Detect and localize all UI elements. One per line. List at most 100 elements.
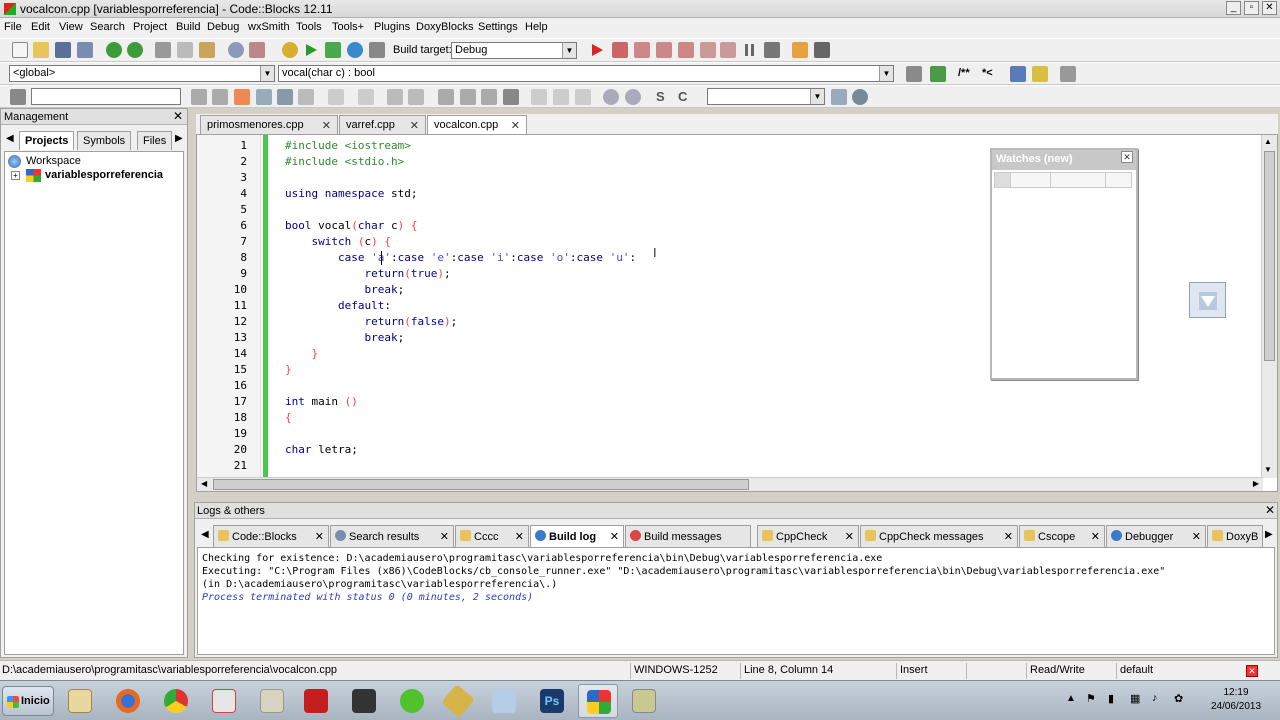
image-icon[interactable] [387,89,403,105]
new-file-icon[interactable] [12,42,28,58]
next-instruction-icon[interactable] [700,42,716,58]
tab-varref[interactable]: varref.cpp ✕ [339,115,426,134]
scroll-right-icon[interactable]: ▶ [1253,479,1259,488]
taskbar-acrobat[interactable] [296,684,336,718]
close-icon[interactable]: ✕ [610,530,619,543]
highlight-icon[interactable] [234,89,250,105]
cut-icon[interactable] [155,42,171,58]
align-bottom-icon[interactable] [481,89,497,105]
system-clock[interactable]: 12:19 24/06/2013 [1196,686,1276,714]
menu-view[interactable]: View [59,21,83,33]
close-icon[interactable]: ✕ [1004,530,1013,543]
network-icon[interactable]: ▦ [1130,692,1140,705]
volume-icon[interactable]: ♪ [1152,692,1158,704]
debug-run-icon[interactable] [589,42,605,58]
taskbar-snipping-tool[interactable] [204,684,244,718]
search-icon[interactable] [852,89,868,105]
close-icon[interactable]: ✕ [1121,151,1133,163]
menu-project[interactable]: Project [133,21,167,33]
taskbar-explorer[interactable] [60,684,100,718]
close-icon[interactable]: ✕ [315,530,324,543]
debug-info-icon[interactable] [814,42,830,58]
save-all-icon[interactable] [77,42,93,58]
sizer-icon[interactable] [553,89,569,105]
close-icon[interactable]: ✕ [1265,503,1275,517]
taskbar-usb-tool[interactable] [344,684,384,718]
align-top-icon[interactable] [438,89,454,105]
doxy-line-comment-icon[interactable]: *< [982,67,993,79]
select-text-icon[interactable] [256,89,272,105]
tab-cppcheck-messages[interactable]: CppCheck messages ✕ [860,525,1018,547]
step-out-icon[interactable] [678,42,694,58]
stop-debugger-icon[interactable] [764,42,780,58]
build-and-run-icon[interactable] [325,42,341,58]
taskbar-codeblocks[interactable] [578,684,618,718]
tab-files[interactable]: Files [137,131,173,150]
build-target-select[interactable]: Debug ▼ [451,42,577,59]
tab-primosmenores[interactable]: primosmenores.cpp ✕ [200,115,338,134]
show-hidden-icons[interactable]: ▲ [1066,693,1076,704]
debug-windows-icon[interactable] [792,42,808,58]
spacer-icon[interactable] [531,89,547,105]
menu-debug[interactable]: Debug [207,21,239,33]
fill-icon[interactable] [503,89,519,105]
menu-plugins[interactable]: Plugins [374,21,410,33]
toggle-panel-icon[interactable] [10,89,26,105]
paste-icon[interactable] [199,42,215,58]
power-icon[interactable]: ▮ [1108,692,1114,705]
tab-codeblocks-log[interactable]: Code::Blocks ✕ [213,525,329,547]
maximize-button[interactable]: ▫ [1244,1,1259,15]
tab-scroll-left-icon[interactable]: ◀ [6,133,14,144]
tab-projects[interactable]: Projects [19,131,75,150]
close-icon[interactable]: ✕ [410,119,419,132]
vertical-scroll-thumb[interactable] [1264,151,1275,361]
step-into-icon[interactable] [656,42,672,58]
menu-tools-plus[interactable]: Tools+ [332,21,364,33]
taskbar-chrome[interactable] [156,684,196,718]
menu-edit[interactable]: Edit [31,21,50,33]
next-line-icon[interactable] [634,42,650,58]
rebuild-icon[interactable] [347,42,363,58]
build-gear-icon[interactable] [282,42,298,58]
close-icon[interactable]: ✕ [1091,530,1100,543]
redo-icon[interactable] [127,42,143,58]
find-icon[interactable] [228,42,244,58]
align-middle-icon[interactable] [460,89,476,105]
jump-implementation-icon[interactable] [930,66,946,82]
tab-doxyblocks[interactable]: DoxyB [1207,525,1263,547]
tab-scroll-left-icon[interactable]: ◀ [201,529,209,540]
doxywizard-icon[interactable] [1010,66,1026,82]
build-log-output[interactable]: Checking for existence: D:\academiausero… [197,547,1275,655]
tree-item-workspace[interactable]: Workspace [26,155,81,167]
tab-scroll-right-icon[interactable]: ▶ [175,133,183,144]
taskbar-tool[interactable] [438,684,478,718]
horizontal-scrollbar[interactable]: ◀ ▶ [197,477,1263,491]
scope-select[interactable]: <global> ▼ [9,65,275,82]
zoom-in-icon[interactable] [603,89,619,105]
edit-icon[interactable] [408,89,424,105]
jump-declaration-icon[interactable] [906,66,922,82]
tab-build-log[interactable]: Build log ✕ [530,525,624,547]
pause-icon[interactable] [742,42,758,58]
watches-grid[interactable] [994,172,1132,188]
menu-settings[interactable]: Settings [478,21,518,33]
scroll-up-icon[interactable]: ▲ [1264,137,1272,146]
taskbar-firefox[interactable] [108,684,148,718]
grid-icon[interactable] [575,89,591,105]
minimize-button[interactable]: _ [1226,1,1241,15]
vertical-scrollbar[interactable]: ▲ ▼ [1261,135,1277,478]
status-error-icon[interactable]: ✕ [1246,665,1258,677]
taskbar-paint[interactable] [484,684,524,718]
start-button[interactable]: Inicio [2,686,54,716]
tab-search-results[interactable]: Search results ✕ [330,525,454,547]
tab-debugger[interactable]: Debugger ✕ [1106,525,1206,547]
tab-cppcheck[interactable]: CppCheck ✕ [757,525,859,547]
menu-doxyblocks[interactable]: DoxyBlocks [416,21,473,33]
taskbar-notes[interactable] [624,684,664,718]
taskbar-photoshop[interactable]: Ps [532,684,572,718]
symbol-search-select[interactable]: ▼ [707,88,825,105]
run-icon[interactable] [303,42,319,58]
scroll-down-icon[interactable]: ▼ [1264,465,1272,474]
tab-build-messages[interactable]: Build messages [625,525,751,547]
symbol-s-icon[interactable]: S [656,89,665,104]
